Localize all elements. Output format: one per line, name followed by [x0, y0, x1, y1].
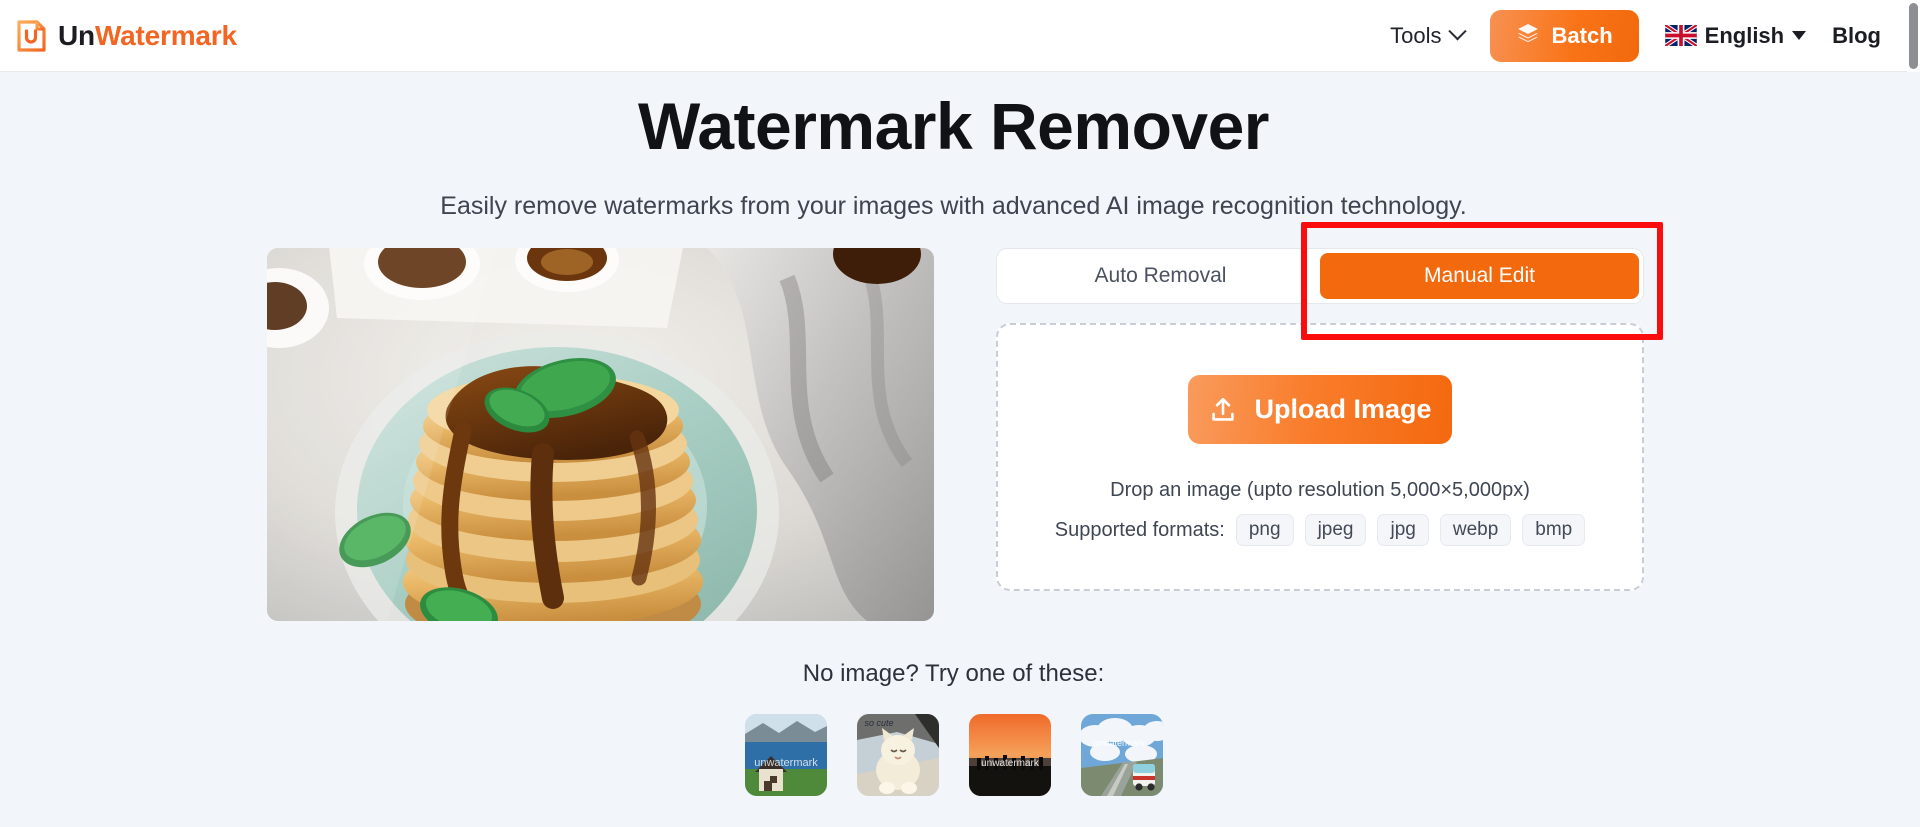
vertical-scrollbar-thumb[interactable]: [1909, 3, 1918, 69]
site-header: UnWatermark Tools Batch English Blog: [0, 0, 1907, 72]
upload-image-button-label: Upload Image: [1254, 394, 1432, 424]
tab-manual-edit[interactable]: Manual Edit: [1320, 253, 1639, 299]
format-chip-webp: webp: [1439, 514, 1512, 546]
svg-text:so cute: so cute: [864, 718, 893, 728]
header-nav: Tools Batch English Blog: [1390, 9, 1881, 62]
svg-text:unwatermark: unwatermark: [1092, 738, 1145, 748]
supported-formats-row: Supported formats: png jpeg jpg webp bmp: [1054, 514, 1586, 546]
format-chip-jpg: jpg: [1377, 514, 1429, 546]
format-chip-png: png: [1235, 514, 1294, 546]
svg-text:unwatermark: unwatermark: [754, 757, 818, 769]
preview-image: [267, 248, 934, 621]
tool-panel: Auto Removal Manual Edit Upload Image Dr…: [996, 248, 1644, 591]
page-title: Watermark Remover: [637, 89, 1270, 163]
brand-name-suffix: Watermark: [94, 19, 237, 51]
format-chip-bmp: bmp: [1522, 514, 1586, 546]
sample-thumb-sunset-silhouette[interactable]: unwatermark: [968, 714, 1051, 796]
scrollbar-lower-background: [1907, 72, 1920, 827]
sample-thumb-house-coast[interactable]: unwatermark: [744, 714, 827, 796]
sample-thumb-bus-road[interactable]: unwatermark: [1080, 714, 1163, 796]
language-label: English: [1704, 22, 1785, 48]
batch-button-label: Batch: [1551, 22, 1613, 48]
svg-text:unwatermark: unwatermark: [981, 758, 1040, 769]
chevron-down-icon: [1447, 22, 1467, 41]
upload-image-button[interactable]: Upload Image: [1188, 375, 1452, 444]
nav-blog-link[interactable]: Blog: [1832, 23, 1881, 49]
brand-name: UnWatermark: [58, 20, 237, 52]
batch-button[interactable]: Batch: [1489, 9, 1639, 62]
nav-tools-dropdown[interactable]: Tools: [1390, 22, 1467, 49]
tab-auto-removal[interactable]: Auto Removal: [1001, 253, 1320, 299]
language-selector[interactable]: English: [1663, 22, 1807, 49]
supported-formats-label: Supported formats:: [1054, 518, 1225, 541]
page-subtitle: Easily remove watermarks from your image…: [440, 192, 1467, 220]
sample-thumb-cat[interactable]: so cute: [856, 714, 939, 796]
format-chip-jpeg: jpeg: [1304, 514, 1367, 546]
document-u-logo-icon: [14, 19, 48, 53]
brand-logo-link[interactable]: UnWatermark: [14, 19, 237, 53]
samples-title: No image? Try one of these:: [802, 660, 1105, 687]
nav-tools-label: Tools: [1390, 22, 1442, 48]
uk-flag-icon: [1663, 23, 1698, 48]
brand-name-prefix: Un: [58, 19, 95, 51]
drop-hint-text: Drop an image (upto resolution 5,000×5,0…: [1110, 479, 1530, 501]
mode-tab-group: Auto Removal Manual Edit: [996, 248, 1644, 304]
caret-down-icon: [1792, 31, 1807, 40]
sample-images-row: unwatermark so cute unwatermark unwaterm…: [0, 714, 1907, 796]
page-root: UnWatermark Tools Batch English Blog Wat…: [0, 0, 1920, 827]
layers-stack-icon: [1516, 21, 1540, 51]
upload-arrow-icon: [1208, 395, 1238, 425]
upload-dropzone[interactable]: Upload Image Drop an image (upto resolut…: [996, 323, 1644, 591]
